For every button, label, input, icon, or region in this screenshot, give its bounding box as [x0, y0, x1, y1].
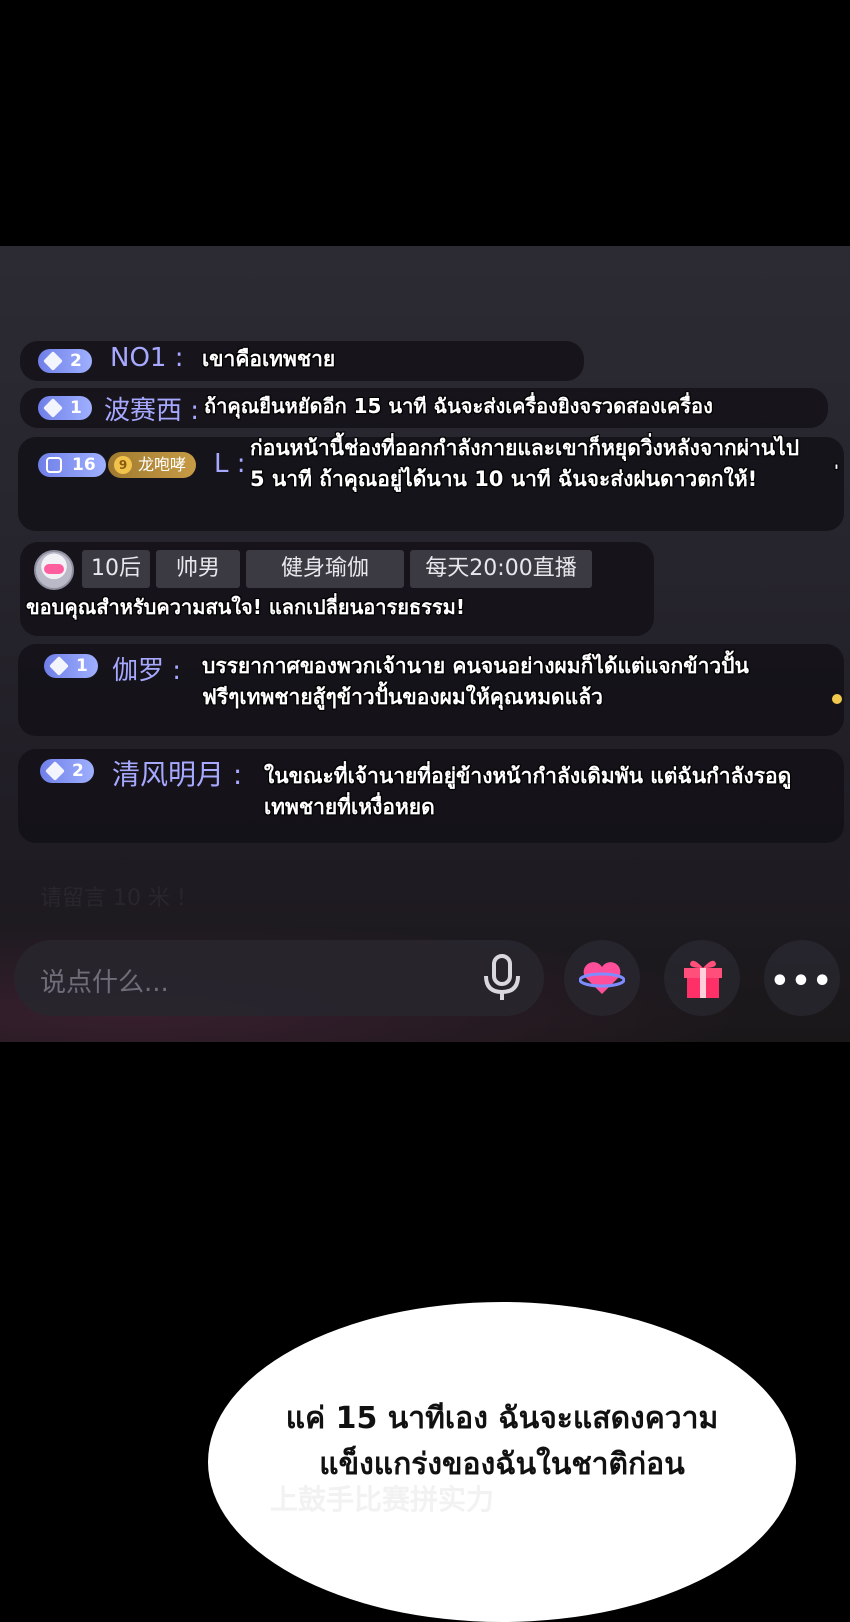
caption-text: แค่ 15 นาทีเอง ฉันจะแสดงความ แข็งแกร่งขอ… — [208, 1396, 796, 1488]
level-badge: 1 — [38, 396, 92, 420]
comment-placeholder: 说点什么... — [40, 968, 169, 998]
notification-dot — [832, 694, 842, 704]
username[interactable]: 清风明月 : — [112, 753, 242, 793]
level-badge: 1 — [44, 654, 98, 678]
more-button[interactable]: ••• — [764, 940, 840, 1016]
message-text: ก่อนหน้านี้ช่องที่ออกกำลังกายและเขาก็หยุ… — [250, 436, 800, 491]
username[interactable]: NO1 : — [110, 343, 183, 373]
gift-button[interactable] — [664, 940, 740, 1016]
fan-heart-icon: 9 — [114, 456, 132, 474]
chat-message: 2 NO1 : เขาคือเทพชาย — [20, 341, 584, 381]
fan-club-badge: 9 龙咆哮 — [108, 452, 197, 478]
gift-icon — [684, 960, 722, 998]
profile-tag: 每天20:00直播 — [410, 550, 592, 588]
trailing-mark: ' — [834, 461, 839, 480]
heart-planet-icon — [579, 962, 625, 994]
message-text: บรรยากาศของพวกเจ้านาย คนจนอย่างผมก็ได้แต… — [202, 654, 749, 709]
anchor-profile-message: 10后 帅男 健身瑜伽 每天20:00直播 ขอบคุณสำหรับความสน… — [20, 542, 654, 636]
diamond-icon — [43, 351, 63, 371]
caption-line-1: แค่ 15 นาทีเอง ฉันจะแสดงความ — [285, 1401, 719, 1436]
microphone-icon[interactable] — [482, 954, 522, 1002]
message-text: ถ้าคุณยืนหยัดอีก 15 นาที ฉันจะส่งเครื่อง… — [204, 394, 713, 418]
chat-message: 1 伽罗 : บรรยากาศของพวกเจ้านาย คนจนอย่างผม… — [18, 644, 844, 736]
message-text: เขาคือเทพชาย — [202, 347, 336, 371]
chat-message: 2 清风明月 : ในขณะที่เจ้านายที่อยู่ข้างหน้าก… — [18, 749, 844, 843]
live-chat-panel: 2 NO1 : เขาคือเทพชาย 1 波赛西 : ถ้าคุณยืนหย… — [0, 246, 850, 1042]
caption-line-2: แข็งแกร่งของฉันในชาติก่อน — [319, 1447, 685, 1482]
like-button[interactable] — [564, 940, 640, 1016]
username[interactable]: 伽罗 : — [112, 650, 181, 687]
profile-tag: 10后 — [82, 550, 150, 588]
avatar[interactable] — [34, 550, 74, 590]
comment-input[interactable]: 说点什么... — [14, 940, 544, 1016]
hexagon-gem-icon — [46, 457, 62, 473]
level-badge: 16 — [38, 453, 106, 477]
profile-tag: 健身瑜伽 — [246, 550, 404, 588]
profile-tag: 帅男 — [156, 550, 240, 588]
chat-message: 16 9 龙咆哮 L : ก่อนหน้านี้ช่องที่ออกกำลังก… — [18, 436, 844, 531]
chat-message: 1 波赛西 : ถ้าคุณยืนหยัดอีก 15 นาที ฉันจะส่… — [20, 388, 828, 428]
message-text: ในขณะที่เจ้านายที่อยู่ข้างหน้ากำลังเดิมพ… — [264, 764, 792, 819]
message-text: ขอบคุณสำหรับความสนใจ! แลกเปลี่ยนอารยธรรม… — [26, 595, 465, 619]
more-dots-icon: ••• — [770, 964, 834, 999]
level-badge: 2 — [38, 349, 92, 373]
level-badge: 2 — [40, 759, 94, 783]
diamond-icon — [45, 761, 65, 781]
diamond-icon — [49, 656, 69, 676]
username[interactable]: 波赛西 : — [104, 390, 199, 427]
username[interactable]: L : — [214, 449, 246, 479]
faded-hint: 请留言 10 米 ! — [40, 886, 186, 911]
diamond-icon — [43, 398, 63, 418]
